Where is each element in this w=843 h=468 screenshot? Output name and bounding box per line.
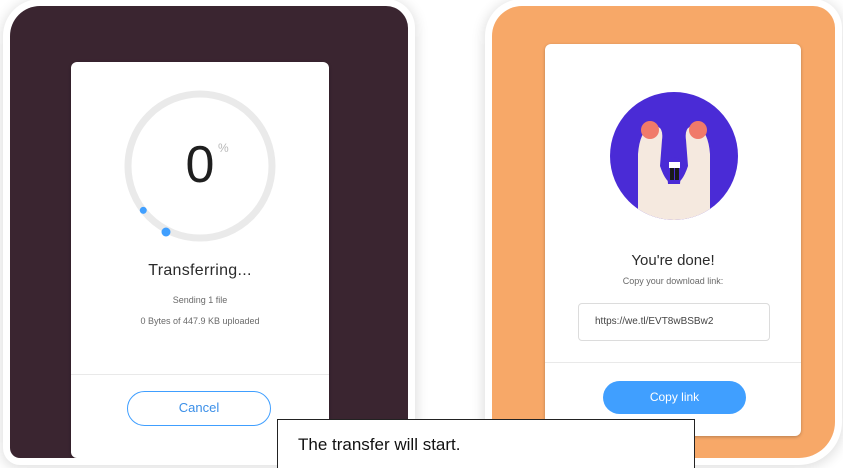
caption-box: The transfer will start. [277, 419, 695, 468]
cancel-button[interactable]: Cancel [127, 391, 271, 426]
done-screenshot: You're done! Copy your download link: ht… [492, 6, 835, 458]
progress-percent: 0 [185, 136, 215, 194]
transfer-screenshot: 0 % Transferring... Sending 1 file 0 Byt… [10, 6, 408, 458]
transfer-card: 0 % Transferring... Sending 1 file 0 Byt… [71, 62, 329, 458]
percent-sign: % [218, 141, 229, 155]
copy-prompt-text: Copy your download link: [622, 276, 724, 286]
done-title: You're done! [631, 252, 715, 269]
done-card: You're done! Copy your download link: ht… [545, 44, 801, 436]
download-link-field[interactable]: https://we.tl/EVT8wBSBw2 [578, 303, 770, 341]
card-divider [545, 362, 801, 363]
copy-link-button[interactable]: Copy link [603, 381, 746, 414]
transfer-status-title: Transferring... [148, 262, 252, 279]
caption-text: The transfer will start. [298, 435, 461, 454]
files-count-text: Sending 1 file [172, 295, 228, 305]
progress-ring: 0 % [121, 87, 279, 245]
progress-dot [161, 227, 171, 237]
bytes-uploaded-text: 0 Bytes of 447.9 KB uploaded [140, 316, 260, 326]
card-divider [71, 374, 329, 375]
raised-hands-illustration [610, 92, 738, 220]
